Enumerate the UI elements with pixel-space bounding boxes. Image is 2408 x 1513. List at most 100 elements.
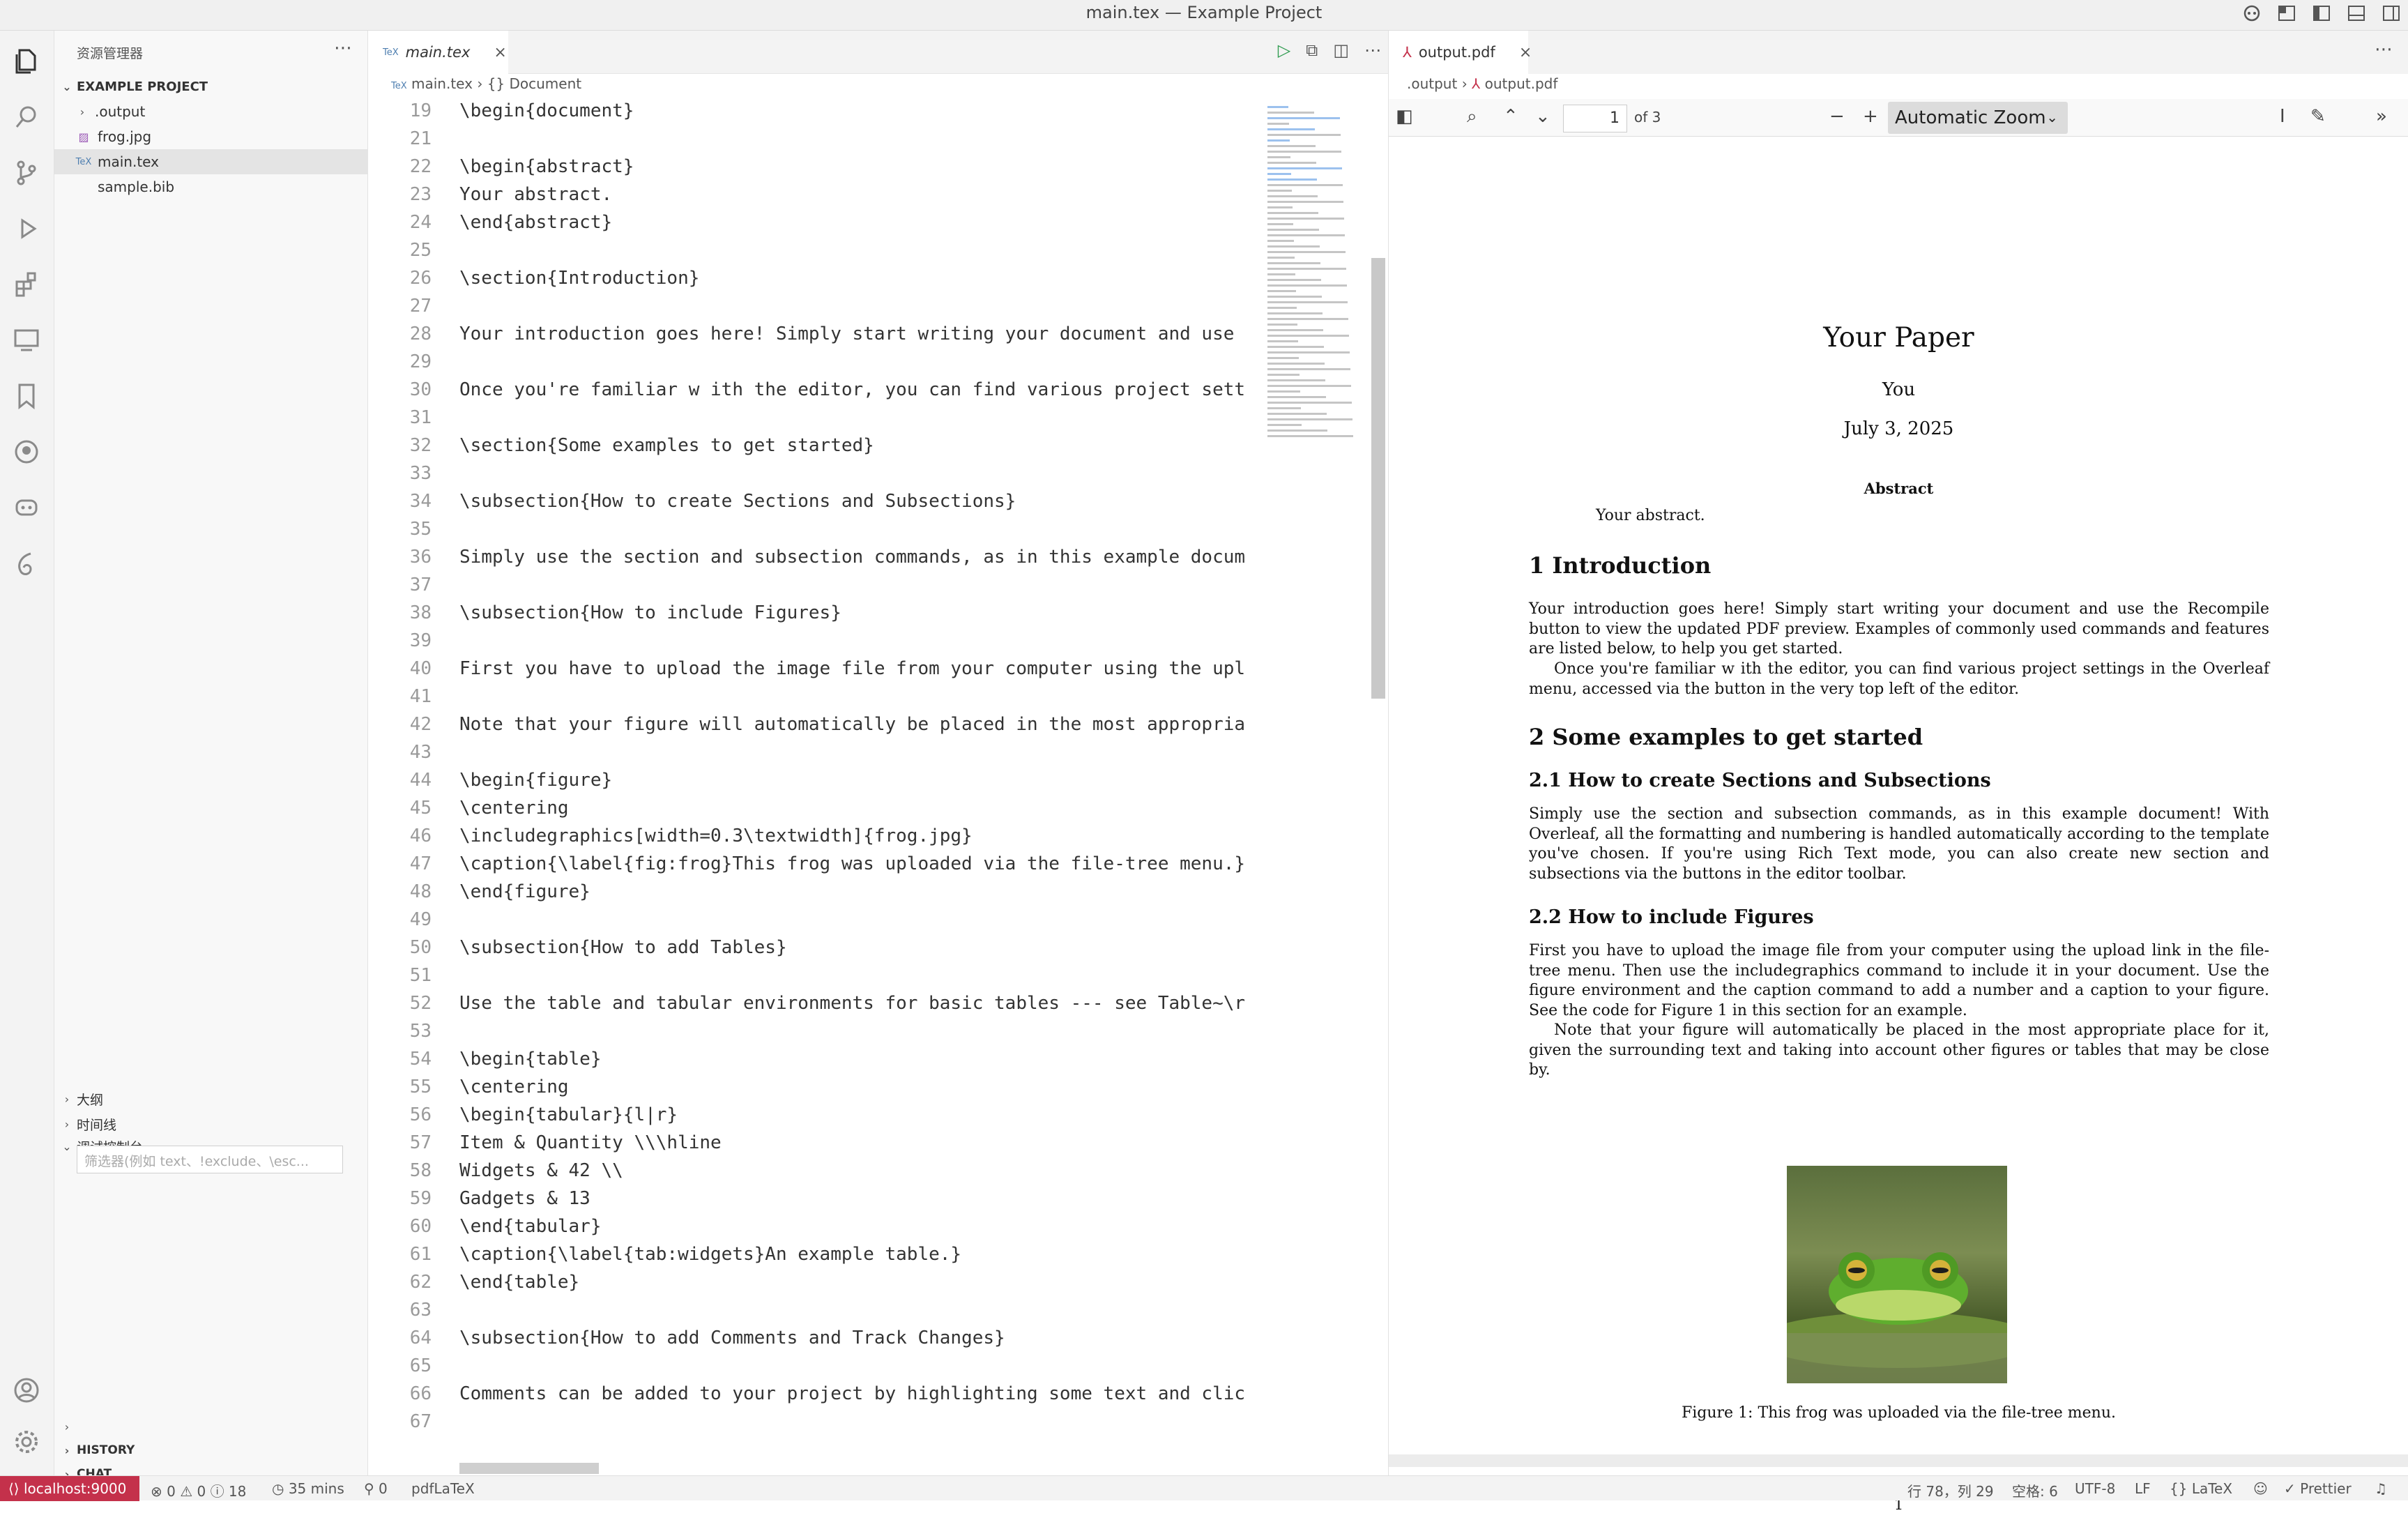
copilot-icon[interactable] [2242, 4, 2262, 22]
code-line[interactable]: Simply use the section and subsection co… [459, 547, 1268, 568]
history-section[interactable]: › HISTORY [54, 1438, 368, 1463]
end-of-line[interactable]: LF [2135, 1480, 2151, 1497]
code-line[interactable]: \centering [459, 798, 1268, 819]
breadcrumb-symbol[interactable]: {} Document [487, 75, 581, 92]
minimap[interactable] [1266, 100, 1378, 463]
code-line[interactable]: Your abstract. [459, 184, 1268, 205]
vertical-scrollbar[interactable] [1371, 258, 1385, 699]
explorer-icon[interactable] [10, 45, 43, 78]
close-tab-icon[interactable]: × [1519, 44, 1532, 61]
zoom-out-icon[interactable]: − [1829, 106, 1845, 127]
text-select-icon[interactable]: I [2280, 106, 2285, 127]
tree-item-frog-jpg[interactable]: ▨ frog.jpg [54, 124, 368, 149]
ports-indicator[interactable]: ⚲ 0 [364, 1480, 388, 1497]
breadcrumb-file[interactable]: main.tex [411, 75, 473, 92]
code-line[interactable]: \begin{table} [459, 1049, 1268, 1070]
open-preview-icon[interactable]: ⧉ [1306, 40, 1318, 60]
prettier-status[interactable]: ✓ Prettier [2284, 1480, 2352, 1497]
encoding[interactable]: UTF-8 [2075, 1480, 2115, 1497]
toggle-secondary-sidebar-icon[interactable] [2382, 4, 2401, 22]
toggle-panel-icon[interactable] [2347, 4, 2366, 22]
project-root[interactable]: ⌄ EXAMPLE PROJECT [54, 74, 368, 99]
debug-filter-input[interactable]: 筛选器(例如 text、!exclude、\esc... [77, 1146, 343, 1173]
remote-explorer-icon[interactable] [10, 324, 43, 357]
code-line[interactable]: \end{table} [459, 1272, 1268, 1293]
draw-icon[interactable]: ✎ [2310, 106, 2326, 127]
tab-output-pdf[interactable]: ⅄ output.pdf × [1389, 31, 1532, 74]
code-line[interactable]: \end{figure} [459, 881, 1268, 902]
code-line[interactable]: \end{tabular} [459, 1216, 1268, 1237]
compiler-indicator[interactable]: pdfLaTeX [411, 1480, 475, 1497]
code-line[interactable]: \section{Some examples to get started} [459, 435, 1268, 456]
next-page-icon[interactable]: ⌄ [1535, 106, 1550, 127]
timeline-section[interactable]: › 时间线 [54, 1111, 368, 1136]
sidebar-toggle-icon[interactable]: ◧ [1396, 106, 1413, 127]
account-icon[interactable] [10, 1374, 43, 1407]
extensions-icon[interactable] [10, 268, 43, 301]
previous-page-icon[interactable]: ⌃ [1503, 106, 1518, 127]
tree-item-main-tex[interactable]: TeX main.tex [54, 149, 368, 174]
run-debug-icon[interactable] [10, 212, 43, 245]
breadcrumb-folder[interactable]: .output [1407, 75, 1457, 92]
indentation[interactable]: 空格: 6 [2012, 1480, 2058, 1500]
code-line[interactable]: Comments can be added to your project by… [459, 1383, 1268, 1404]
code-line[interactable]: First you have to upload the image file … [459, 658, 1268, 679]
code-line[interactable]: Gadgets & 13 [459, 1188, 1268, 1209]
split-editor-icon[interactable]: ◫ [1333, 40, 1349, 60]
source-control-icon[interactable] [10, 156, 43, 190]
code-line[interactable]: \begin{figure} [459, 770, 1268, 791]
code-line[interactable]: Widgets & 42 \\ [459, 1160, 1268, 1181]
breadcrumb-file[interactable]: output.pdf [1485, 75, 1558, 92]
close-tab-icon[interactable]: × [494, 44, 506, 61]
code-line[interactable]: Use the table and tabular environments f… [459, 993, 1268, 1014]
outline-section[interactable]: › 大纲 [54, 1086, 368, 1111]
code-line[interactable]: Your introduction goes here! Simply star… [459, 324, 1268, 344]
language-mode[interactable]: {} LaTeX [2170, 1480, 2232, 1497]
code-line[interactable]: \begin{abstract} [459, 156, 1268, 177]
pdf-horizontal-scrollbar[interactable] [1389, 1454, 2408, 1467]
code-line[interactable]: \subsection{How to create Sections and S… [459, 491, 1268, 512]
code-area[interactable]: 19 \begin{document} 21 22 \begin{abstract} 23… [369, 100, 1268, 1432]
code-line[interactable]: Note that your figure will automatically… [459, 714, 1268, 735]
tree-item-output[interactable]: › .output [54, 99, 368, 124]
code-line[interactable]: Once you're familiar w ith the editor, y… [459, 379, 1268, 400]
tools-expand-icon[interactable]: » [2376, 106, 2387, 127]
run-icon[interactable]: ▷ [1278, 40, 1290, 60]
overleaf-icon[interactable] [10, 547, 43, 580]
horizontal-scrollbar[interactable] [459, 1463, 599, 1474]
notifications-icon[interactable]: ♫ [2375, 1480, 2387, 1497]
pdf-more-icon[interactable]: ⋯ [2375, 39, 2393, 60]
code-line[interactable]: \caption{\label{tab:widgets}An example t… [459, 1244, 1268, 1265]
editor-more-icon[interactable]: ⋯ [1364, 40, 1381, 60]
code-line[interactable]: \centering [459, 1077, 1268, 1097]
page-number-input[interactable]: 1 [1563, 105, 1627, 132]
cursor-position[interactable]: 行 78，列 29 [1907, 1480, 1994, 1500]
search-icon[interactable] [10, 100, 43, 134]
session-timer[interactable]: ◷ 35 mins [272, 1480, 344, 1497]
github-icon[interactable] [10, 435, 43, 469]
layout-custom-icon[interactable] [2277, 4, 2296, 22]
code-line[interactable]: \includegraphics[width=0.3\textwidth]{fr… [459, 826, 1268, 846]
zoom-select[interactable]: Automatic Zoom ⌄ [1888, 102, 2068, 134]
toggle-primary-sidebar-icon[interactable] [2312, 4, 2331, 22]
code-line[interactable]: \subsection{How to add Comments and Trac… [459, 1328, 1268, 1348]
code-line[interactable]: \section{Introduction} [459, 268, 1268, 289]
copilot-chat-icon[interactable] [10, 491, 43, 524]
copilot-status-icon[interactable]: ☺ [2253, 1480, 2268, 1497]
remote-indicator[interactable]: ⟨⟩ localhost:9000 [0, 1476, 139, 1501]
code-line[interactable]: Item & Quantity \\\hline [459, 1132, 1268, 1153]
bookmark-icon[interactable] [10, 379, 43, 413]
problems-indicator[interactable]: ⊗ 0 ⚠ 0 ⓘ 18 [151, 1480, 246, 1500]
code-line[interactable]: \subsection{How to add Tables} [459, 937, 1268, 958]
code-line[interactable]: \subsection{How to include Figures} [459, 602, 1268, 623]
collapse-section[interactable]: › [54, 1414, 368, 1439]
code-line[interactable]: \begin{tabular}{l|r} [459, 1104, 1268, 1125]
code-line[interactable]: \end{abstract} [459, 212, 1268, 233]
settings-gear-icon[interactable] [10, 1425, 43, 1459]
explorer-more-icon[interactable]: ⋯ [334, 38, 352, 59]
find-icon[interactable]: ⌕ [1467, 106, 1477, 128]
code-line[interactable]: \caption{\label{fig:frog}This frog was u… [459, 853, 1268, 874]
tree-item-sample-bib[interactable]: sample.bib [54, 174, 368, 199]
zoom-in-icon[interactable]: + [1863, 106, 1878, 127]
code-line[interactable]: \begin{document} [459, 100, 1268, 121]
